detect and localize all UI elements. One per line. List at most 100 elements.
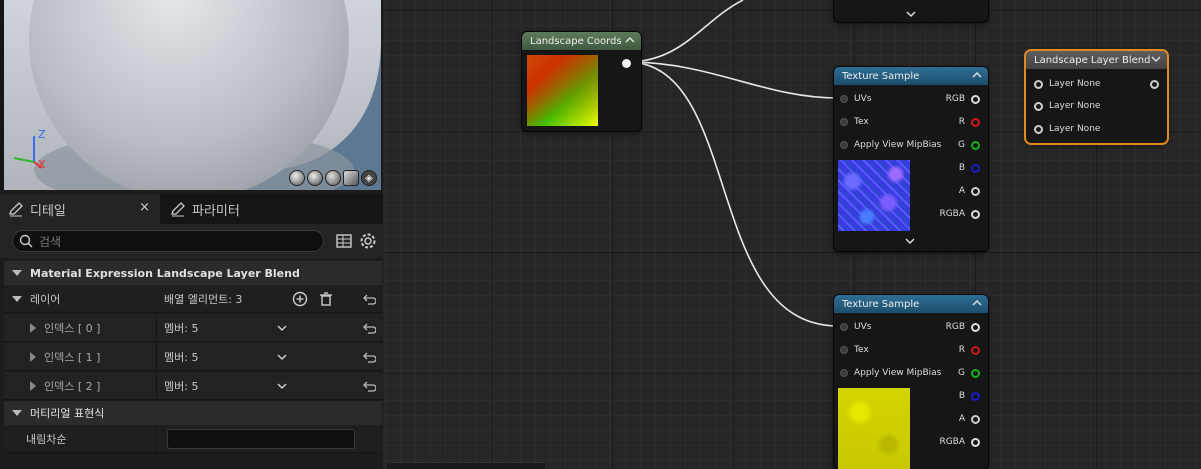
layer-input-pin-1[interactable]: Layer None (1034, 98, 1100, 114)
expand-arrow-icon (30, 323, 36, 333)
property-row-desc: 내림차순 (4, 425, 382, 453)
layer-input-pin-0[interactable]: Layer None (1034, 76, 1100, 92)
pin-icon (971, 94, 980, 104)
input-pin-mipbias[interactable]: Apply View MipBias (840, 137, 941, 153)
output-pin-b[interactable]: B (959, 160, 980, 176)
chevron-down-icon[interactable] (276, 322, 288, 334)
reset-icon[interactable] (362, 379, 376, 393)
section-header-landscape-layer-blend[interactable]: Material Expression Landscape Layer Blen… (4, 261, 382, 285)
plane-preview-icon[interactable] (325, 170, 341, 186)
output-pin-label: G (958, 140, 965, 150)
teapot-preview-icon[interactable]: ◈ (361, 170, 377, 186)
trash-icon[interactable] (318, 291, 334, 307)
pin-icon (1034, 79, 1043, 89)
pin-icon (971, 391, 980, 401)
output-pin-rgba[interactable]: RGBA (939, 206, 980, 222)
output-pin-b[interactable]: B (959, 388, 980, 404)
section-header-material-expression[interactable]: 머티리얼 표현식 (4, 401, 382, 425)
close-icon[interactable]: × (139, 200, 150, 215)
input-pin-label: Apply View MipBias (854, 140, 942, 150)
output-pin[interactable] (622, 59, 631, 68)
output-pin-g[interactable]: G (958, 365, 980, 381)
landscape-layer-blend-node[interactable]: Landscape Layer Blend Layer None Layer N… (1026, 51, 1167, 143)
index-0-name[interactable]: 인덱스 [ 0 ] (4, 314, 156, 342)
partial-node-top[interactable] (834, 0, 988, 22)
reset-icon[interactable] (362, 321, 376, 335)
layer-blend-output-pin[interactable] (1150, 76, 1159, 92)
desc-input[interactable] (167, 429, 355, 449)
sphere-preview-icon[interactable] (307, 170, 323, 186)
pin-icon (971, 186, 980, 196)
layer-input-pin-2[interactable]: Layer None (1034, 121, 1100, 137)
index-2-name[interactable]: 인덱스 [ 2 ] (4, 372, 156, 400)
output-pin-rgba[interactable]: RGBA (939, 434, 980, 450)
output-pin-label: R (958, 345, 965, 355)
index-1-name[interactable]: 인덱스 [ 1 ] (4, 343, 156, 371)
input-pin-uvs[interactable]: UVs (840, 319, 871, 335)
output-pin-g[interactable]: G (958, 137, 980, 153)
chevron-up-icon[interactable] (972, 298, 982, 308)
search-input[interactable]: 검색 (12, 230, 324, 252)
tab-parameters-label: 파라미터 (192, 203, 240, 219)
output-pin-rgb[interactable]: RGB (946, 319, 980, 335)
chevron-up-icon[interactable] (972, 70, 982, 80)
output-pin-label: B (958, 391, 965, 401)
column-divider (156, 314, 157, 342)
input-pin-uvs[interactable]: UVs (840, 91, 871, 107)
texture-sample-node-2[interactable]: Texture Sample UVs Tex Apply View MipBia… (834, 295, 988, 469)
layers-name[interactable]: 레이어 (4, 285, 156, 313)
chevron-down-icon[interactable] (905, 236, 915, 246)
texture-sample-1-header: Texture Sample (834, 67, 988, 85)
output-pin-r[interactable]: R (959, 114, 980, 130)
input-pin-tex[interactable]: Tex (840, 114, 869, 130)
texture-sample-2-header: Texture Sample (834, 295, 988, 313)
reset-icon[interactable] (362, 350, 376, 364)
pin-icon (840, 141, 848, 149)
pin-icon (971, 414, 980, 424)
output-pin-r[interactable]: R (959, 342, 980, 358)
reset-icon[interactable] (362, 292, 376, 306)
pin-icon (971, 368, 980, 378)
preview-sphere-scene (4, 0, 381, 190)
pin-icon (971, 140, 980, 150)
axis-z-label: Z (38, 128, 46, 141)
coords-preview-overlay (527, 55, 598, 126)
property-row-index-2: 인덱스 [ 2 ] 멤버: 5 (4, 372, 382, 400)
output-pin-a[interactable]: A (959, 411, 980, 427)
preview-shape-toolbar: ◈ (289, 170, 377, 186)
landscape-coords-node[interactable]: Landscape Coords (522, 32, 641, 131)
cylinder-preview-icon[interactable] (289, 170, 305, 186)
cube-preview-icon[interactable] (343, 170, 359, 186)
pin-icon (1150, 79, 1159, 89)
table-view-icon[interactable] (335, 232, 353, 250)
input-pin-label: Tex (854, 345, 869, 355)
gear-icon[interactable] (359, 232, 377, 250)
chevron-down-icon[interactable] (1151, 54, 1161, 64)
input-pin-mipbias[interactable]: Apply View MipBias (840, 365, 941, 381)
material-graph[interactable]: Landscape Coords Texture Sample UVs Tex … (383, 0, 1201, 469)
add-element-icon[interactable] (292, 291, 308, 307)
yellow-texture-preview (838, 388, 910, 469)
tab-parameters[interactable]: 파라미터 (162, 194, 322, 224)
index-0-value: 멤버: 5 (164, 322, 199, 335)
input-pin-tex[interactable]: Tex (840, 342, 869, 358)
details-panel: 디테일 × 파라미터 검색 Material Expression Landsc… (0, 190, 383, 469)
texture-sample-node-1[interactable]: Texture Sample UVs Tex Apply View MipBia… (834, 67, 988, 251)
chevron-up-icon[interactable] (625, 35, 635, 45)
preview-viewport[interactable]: Z X ◈ (4, 0, 381, 190)
texture-sample-2-title: Texture Sample (842, 298, 920, 310)
search-row: 검색 (0, 224, 383, 258)
pencil-icon (171, 202, 185, 217)
output-pin-label: A (958, 186, 965, 196)
pencil-icon (9, 202, 23, 217)
chevron-down-icon[interactable] (276, 351, 288, 363)
output-pin-label: RGBA (939, 437, 965, 447)
output-pin-rgb[interactable]: RGB (946, 91, 980, 107)
property-row-index-1: 인덱스 [ 1 ] 멤버: 5 (4, 343, 382, 371)
output-pin-a[interactable]: A (959, 183, 980, 199)
tab-details[interactable]: 디테일 × (0, 194, 160, 224)
output-pin-label: G (958, 368, 965, 378)
chevron-down-icon[interactable] (276, 380, 288, 392)
chevron-down-icon[interactable] (906, 9, 916, 19)
collapse-arrow-icon (12, 296, 22, 302)
